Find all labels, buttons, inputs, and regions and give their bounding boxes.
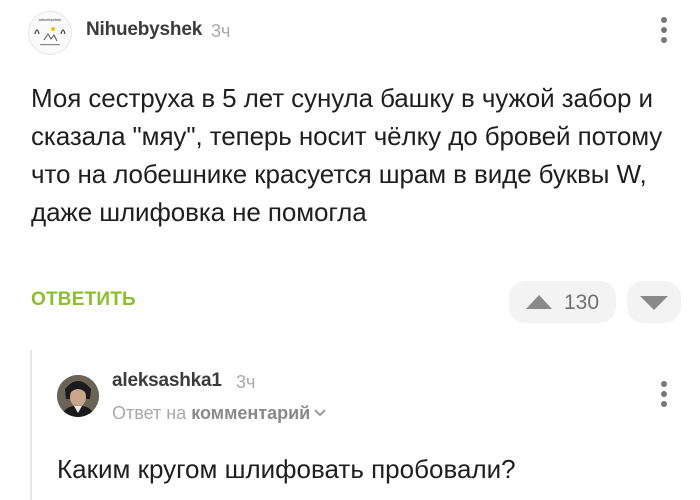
reply-to-prefix: Ответ на bbox=[112, 403, 187, 423]
chevron-down-icon[interactable] bbox=[314, 409, 326, 417]
reply-to-link[interactable]: Ответ на комментарий bbox=[112, 403, 326, 424]
triangle-up-icon bbox=[526, 295, 552, 309]
reply-button[interactable]: ОТВЕТИТЬ bbox=[31, 289, 136, 311]
more-vertical-icon[interactable] bbox=[659, 380, 669, 408]
avatar-logo-text: nihuebyshek bbox=[39, 17, 61, 22]
downvote-button[interactable] bbox=[627, 281, 681, 323]
avatar[interactable]: nihuebyshek bbox=[28, 11, 72, 55]
avatar-image bbox=[57, 375, 99, 417]
avatar-image: nihuebyshek bbox=[34, 17, 66, 46]
rating-count: 130 bbox=[564, 291, 600, 314]
comment-text: Каким кругом шлифовать пробовали? bbox=[57, 454, 516, 484]
comment-author[interactable]: Nihuebyshek bbox=[86, 19, 202, 41]
comment-time: 3ч bbox=[236, 372, 256, 392]
comment-top: nihuebyshek Nihuebyshek 3ч Моя сеструха … bbox=[0, 0, 700, 330]
comment-time: 3ч bbox=[211, 21, 231, 41]
more-vertical-icon[interactable] bbox=[659, 16, 669, 44]
reply-to-target[interactable]: комментарий bbox=[191, 403, 310, 423]
comment-author[interactable]: aleksashka1 bbox=[112, 370, 222, 392]
comment-text: Моя сеструха в 5 лет сунула башку в чужо… bbox=[31, 83, 663, 227]
avatar[interactable] bbox=[57, 375, 99, 417]
thread-line[interactable] bbox=[30, 350, 32, 500]
triangle-down-icon bbox=[640, 296, 668, 310]
upvote-button[interactable]: 130 bbox=[509, 281, 616, 323]
